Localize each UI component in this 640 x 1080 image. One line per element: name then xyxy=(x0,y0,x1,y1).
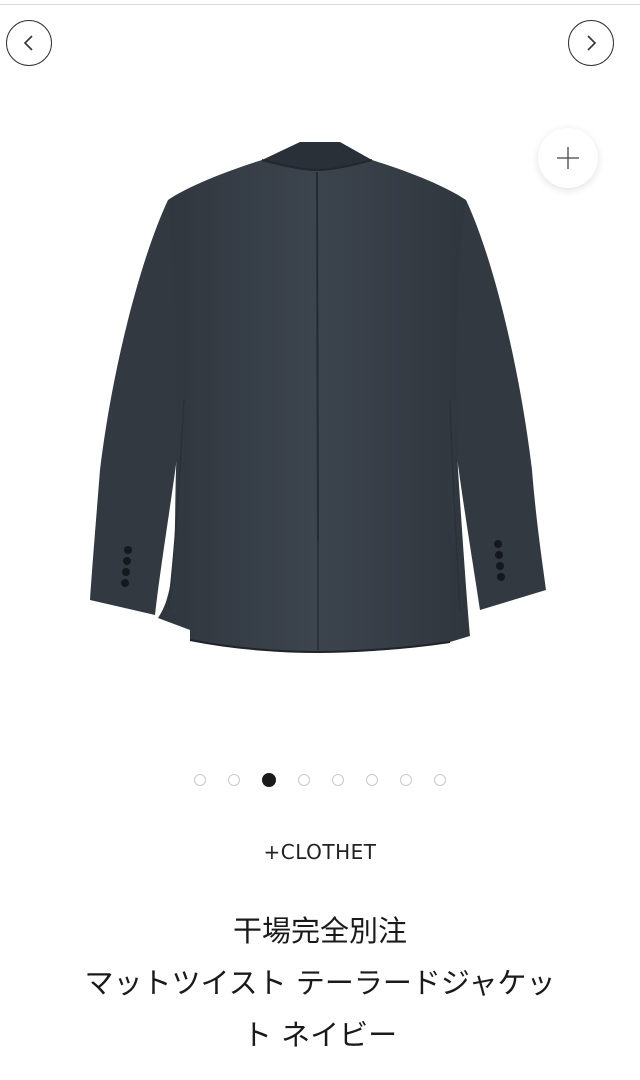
carousel-dot[interactable] xyxy=(400,774,412,786)
chevron-right-icon xyxy=(587,35,597,51)
previous-image-button[interactable] xyxy=(6,20,52,66)
carousel-dot[interactable] xyxy=(262,773,276,787)
carousel-pagination xyxy=(0,770,640,790)
carousel-dot[interactable] xyxy=(228,774,240,786)
carousel-dot[interactable] xyxy=(194,774,206,786)
brand-name: +CLOTHET xyxy=(263,840,377,864)
product-title: 干場完全別注 マットツイスト テーラードジャケッ ト ネイビー xyxy=(20,905,620,1061)
product-title-line: ト ネイビー xyxy=(242,1018,398,1052)
product-title-line: 干場完全別注 xyxy=(232,914,407,948)
carousel-dot[interactable] xyxy=(298,774,310,786)
divider xyxy=(0,4,640,5)
carousel-dot[interactable] xyxy=(434,774,446,786)
carousel-dot[interactable] xyxy=(366,774,378,786)
zoom-button[interactable] xyxy=(538,128,598,188)
plus-icon xyxy=(557,147,579,169)
chevron-left-icon xyxy=(23,35,33,51)
carousel-dot[interactable] xyxy=(332,774,344,786)
next-image-button[interactable] xyxy=(568,20,614,66)
product-gallery-page: +CLOTHET 干場完全別注 マットツイスト テーラードジャケッ ト ネイビー xyxy=(0,0,640,1080)
product-title-line: マットツイスト テーラードジャケッ xyxy=(84,966,556,1000)
